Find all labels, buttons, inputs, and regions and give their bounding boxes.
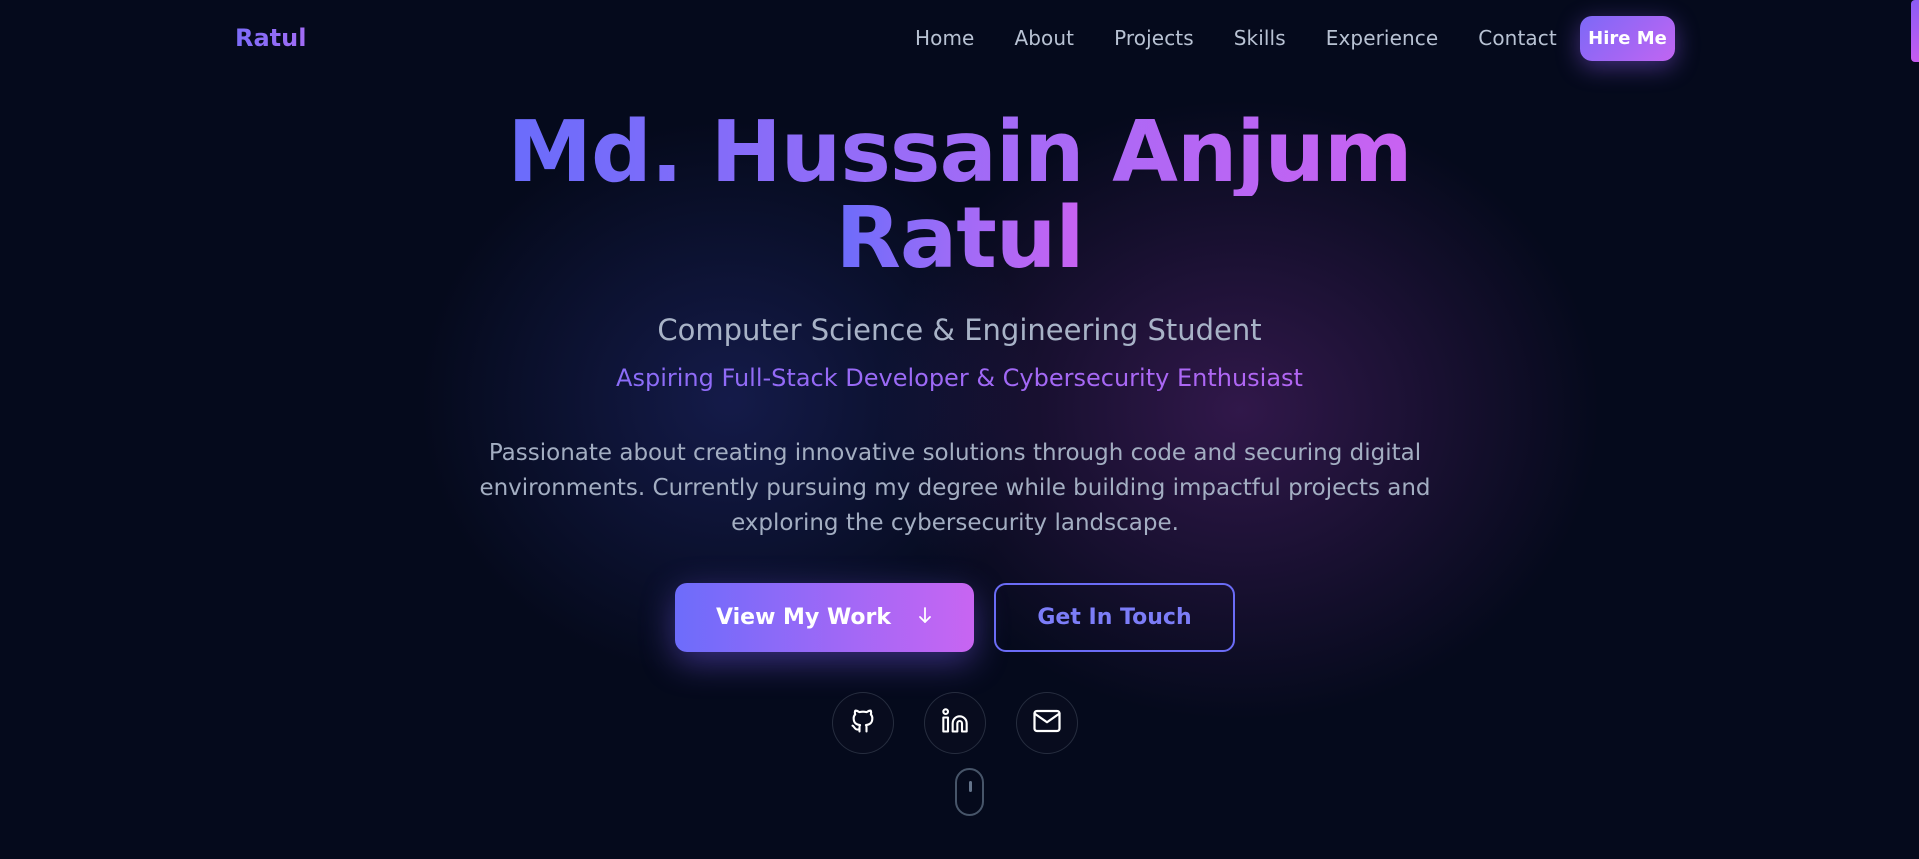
hero-tagline: Aspiring Full-Stack Developer & Cybersec… [0,364,1919,392]
hire-me-button[interactable]: Hire Me [1580,16,1675,61]
view-my-work-label: View My Work [715,605,892,630]
nav-link-skills[interactable]: Skills [1234,26,1286,50]
hero-name-line-1: Md. Hussain Anjum [507,103,1412,202]
hero-tagline-text: Aspiring Full-Stack Developer & Cybersec… [616,364,1303,392]
nav-link-about[interactable]: About [1014,26,1074,50]
nav-links: Home About Projects Skills Experience Co… [915,0,1557,76]
brand-logo[interactable]: Ratul [235,24,306,52]
linkedin-link[interactable] [924,692,986,754]
hero-name-line-2: Ratul [835,189,1084,288]
get-in-touch-button[interactable]: Get In Touch [994,583,1235,652]
arrow-down-icon [917,606,933,629]
nav-link-experience[interactable]: Experience [1326,26,1439,50]
nav-link-contact[interactable]: Contact [1478,26,1557,50]
nav-link-projects[interactable]: Projects [1114,26,1194,50]
github-icon [849,707,877,739]
hero-description: Passionate about creating innovative sol… [479,440,1431,536]
scroll-down-indicator-icon[interactable] [955,768,984,816]
mail-icon [1032,706,1062,740]
email-link[interactable] [1016,692,1078,754]
nav-link-home[interactable]: Home [915,26,974,50]
mouse-wheel [969,781,972,792]
hero-name: Md. Hussain Anjum Ratul [0,110,1919,282]
github-link[interactable] [832,692,894,754]
top-navigation: Ratul Home About Projects Skills Experie… [0,0,1919,76]
linkedin-icon [941,707,969,739]
hero-subtitle: Computer Science & Engineering Student [657,313,1262,347]
view-my-work-button[interactable]: View My Work [675,583,974,652]
